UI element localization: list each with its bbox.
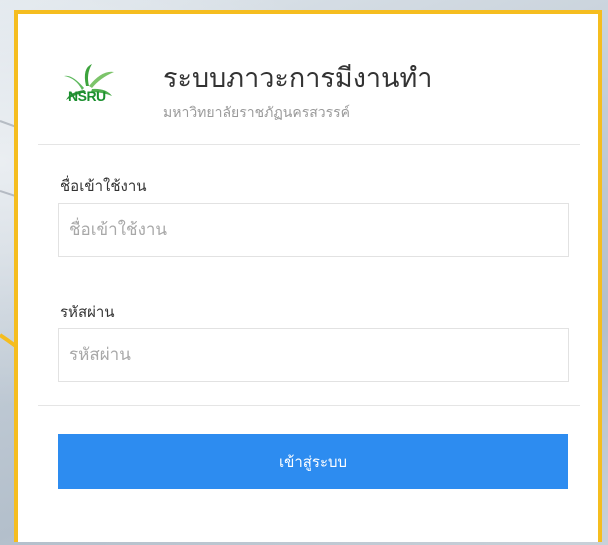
password-label: รหัสผ่าน: [60, 303, 115, 321]
login-card: NSRU ระบบภาวะการมีงานทำ มหาวิทยาลัยราชภั…: [38, 14, 580, 542]
form-divider: [38, 405, 580, 406]
login-header: NSRU ระบบภาวะการมีงานทำ มหาวิทยาลัยราชภั…: [38, 14, 580, 144]
username-input[interactable]: [58, 203, 569, 257]
logo-text: NSRU: [68, 88, 106, 104]
nsru-logo: NSRU: [62, 64, 126, 108]
page-subtitle: มหาวิทยาลัยราชภัฏนครสวรรค์: [163, 105, 351, 121]
username-label: ชื่อเข้าใช้งาน: [60, 177, 147, 195]
page-title: ระบบภาวะการมีงานทำ: [163, 63, 433, 94]
header-divider: [38, 144, 580, 145]
login-button[interactable]: เข้าสู่ระบบ: [58, 434, 568, 489]
password-input[interactable]: [58, 328, 569, 382]
login-frame: NSRU ระบบภาวะการมีงานทำ มหาวิทยาลัยราชภั…: [14, 10, 602, 542]
